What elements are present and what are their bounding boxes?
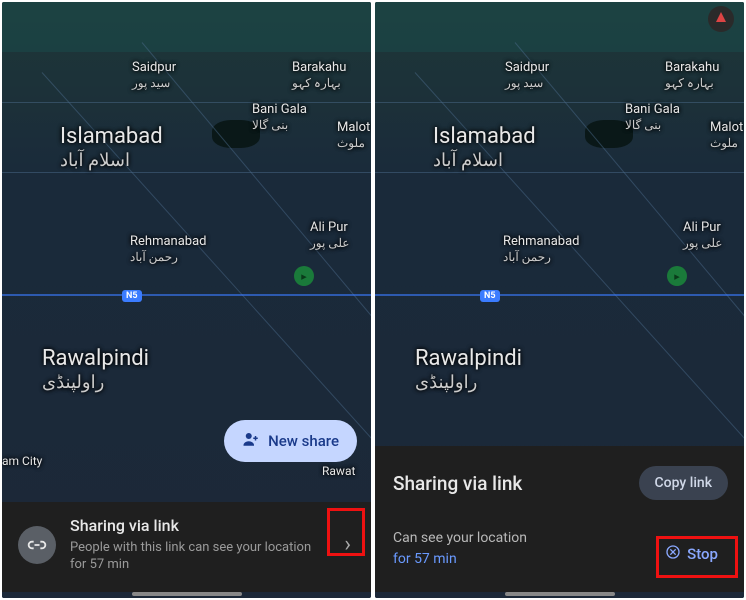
share-detail-sheet: Sharing via link Copy link Can see your … <box>375 446 744 592</box>
place-banigala: Bani Galaبنی گالا <box>252 102 307 132</box>
share-info: Can see your location for 57 min <box>393 528 527 570</box>
place-alipur: Ali Purعلی پور <box>683 220 722 250</box>
place-malot: Malotملوث <box>710 120 743 150</box>
close-circle-icon <box>665 544 681 564</box>
link-icon <box>18 526 56 564</box>
place-amcity: am City <box>2 454 42 468</box>
phone-left: Saidpurسید پور Barakahuبہارہ کہو Bani Ga… <box>2 2 371 598</box>
place-rehmanabad: Rehmanabadرحمن آباد <box>130 234 207 264</box>
place-saidpur: Saidpurسید پور <box>505 60 549 90</box>
new-share-button[interactable]: New share <box>224 420 357 462</box>
person-add-icon <box>242 430 260 452</box>
sheet-title: Sharing via link <box>393 472 522 495</box>
place-rawalpindi: Rawalpindiراولپنڈی <box>415 346 522 394</box>
place-alipur: Ali Purعلی پور <box>310 220 349 250</box>
compass-icon[interactable] <box>708 6 734 32</box>
place-malot: Malotملوث <box>337 120 370 150</box>
route-badge-n5: N5 <box>122 290 142 302</box>
stop-button[interactable]: Stop <box>655 538 728 570</box>
location-pin[interactable]: ▸ <box>294 266 314 286</box>
place-saidpur: Saidpurسید پور <box>132 60 176 90</box>
chevron-right-icon[interactable]: › <box>340 528 355 561</box>
place-rawat: Rawat <box>322 464 355 478</box>
place-rehmanabad: Rehmanabadرحمن آباد <box>503 234 580 264</box>
new-share-label: New share <box>268 432 339 450</box>
place-banigala: Bani Galaبنی گالا <box>625 102 680 132</box>
sheet-title: Sharing via link <box>70 516 326 535</box>
phone-right: Saidpurسید پور Barakahuبہارہ کہو Bani Ga… <box>375 2 744 598</box>
sheet-desc: People with this link can see your locat… <box>70 539 326 574</box>
home-indicator <box>505 592 615 596</box>
place-barakahu: Barakahuبہارہ کہو <box>292 60 346 90</box>
copy-link-button[interactable]: Copy link <box>639 466 728 500</box>
place-islamabad: Islamabadاسلام آباد <box>60 124 163 172</box>
place-rawalpindi: Rawalpindiراولپنڈی <box>42 346 149 394</box>
share-sheet[interactable]: Sharing via link People with this link c… <box>2 502 371 592</box>
route-badge-n5: N5 <box>480 290 500 302</box>
place-barakahu: Barakahuبہارہ کہو <box>665 60 719 90</box>
home-indicator <box>132 592 242 596</box>
location-pin[interactable]: ▸ <box>667 266 687 286</box>
place-islamabad: Islamabadاسلام آباد <box>433 124 536 172</box>
